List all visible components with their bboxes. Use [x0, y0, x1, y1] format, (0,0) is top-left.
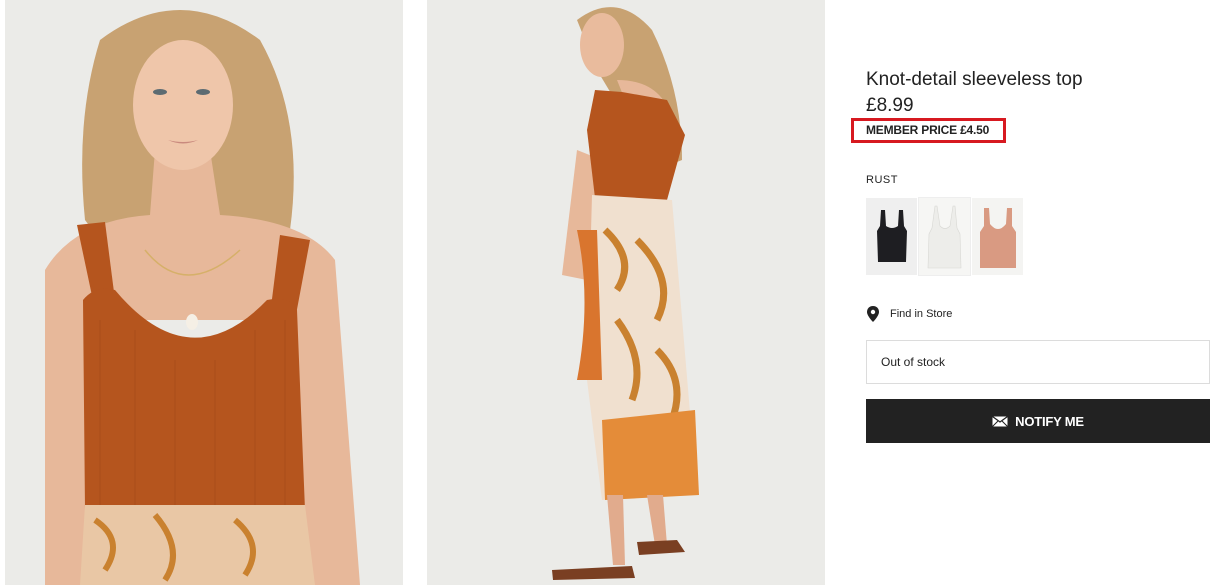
notify-me-button[interactable]: NOTIFY ME: [866, 399, 1210, 443]
tank-top-white-thumbnail: [919, 198, 970, 275]
member-price: MEMBER PRICE £4.50: [866, 123, 990, 137]
find-in-store-link[interactable]: Find in Store: [866, 306, 952, 322]
product-title: Knot-detail sleeveless top: [866, 69, 1083, 90]
location-pin-icon: [867, 306, 879, 322]
envelope-icon: [992, 415, 1008, 427]
tank-top-pink-thumbnail: [972, 198, 1023, 275]
size-stock-select[interactable]: Out of stock: [866, 340, 1210, 384]
tank-top-black-thumbnail: [877, 210, 907, 262]
swatch-white[interactable]: [918, 197, 971, 276]
swatch-pink[interactable]: [972, 198, 1023, 275]
model-front-illustration: [5, 0, 403, 585]
selected-color-label: RUST: [866, 174, 898, 186]
model-side-illustration: [427, 0, 825, 585]
color-swatches: [866, 197, 1023, 276]
product-image-side[interactable]: [427, 0, 825, 585]
find-in-store-label: Find in Store: [890, 308, 953, 320]
notify-me-label: NOTIFY ME: [1015, 413, 1084, 429]
product-price: £8.99: [866, 95, 914, 116]
product-info-panel: Knot-detail sleeveless top £8.99 MEMBER …: [851, 0, 1210, 585]
product-image-front[interactable]: [5, 0, 403, 585]
swatch-black[interactable]: [866, 198, 917, 275]
